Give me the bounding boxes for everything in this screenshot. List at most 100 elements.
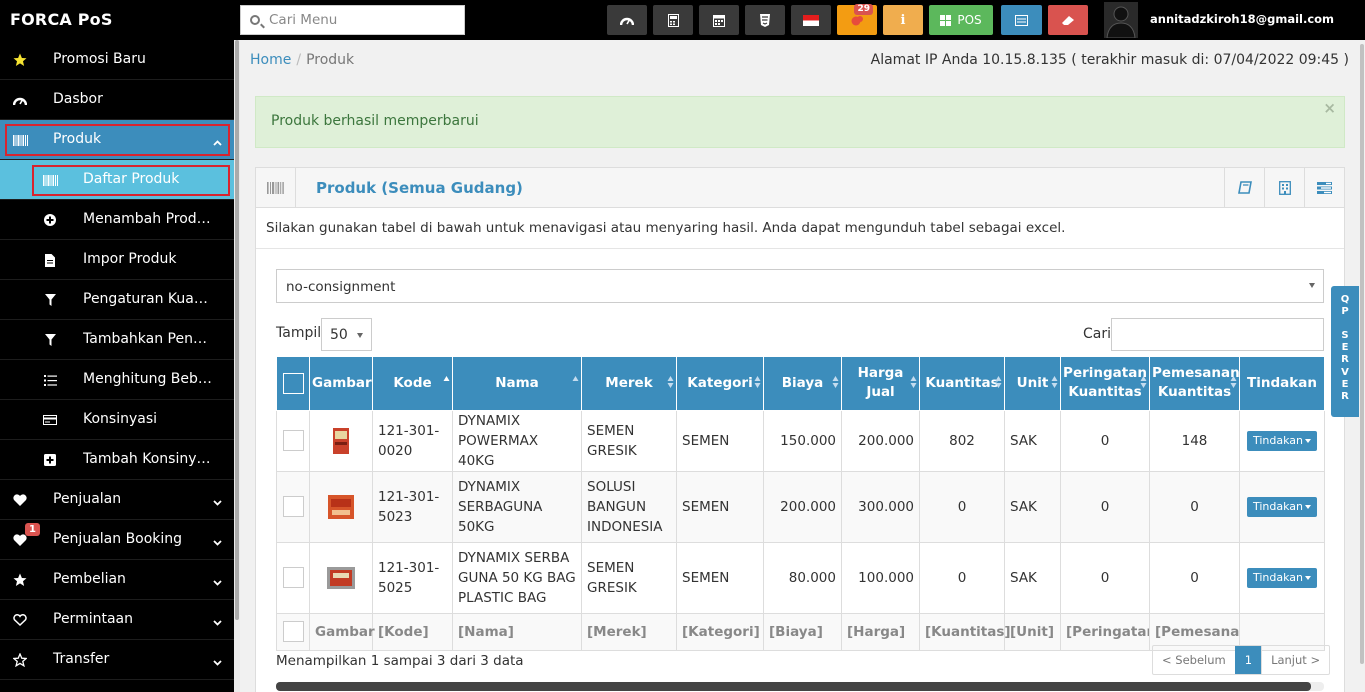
row-checkbox[interactable] (282, 567, 304, 588)
menu-search-input[interactable] (269, 10, 459, 30)
table-search-input[interactable] (1111, 318, 1324, 351)
list-button[interactable] (1001, 5, 1042, 35)
table-horizontal-scrollbar[interactable] (276, 682, 1324, 691)
col-kategori[interactable]: Kategori (676, 357, 764, 411)
product-image[interactable] (326, 492, 356, 522)
info-icon: i (900, 12, 906, 28)
page-1-button[interactable]: 1 (1234, 646, 1263, 674)
col-peringatan-kuantitas[interactable]: Peringatan Kuantitas (1060, 357, 1150, 411)
warehouse-button[interactable] (1264, 168, 1304, 207)
sidebar-item-tambahkan-penyesuaian[interactable]: Tambahkan Penyesuaian (0, 320, 234, 360)
notifications-button[interactable]: 29 (837, 4, 877, 35)
theme-button[interactable] (745, 5, 785, 35)
col-biaya[interactable]: Biaya (763, 357, 842, 411)
filter-kode[interactable]: [Kode] (372, 612, 453, 651)
footer-checkbox[interactable] (282, 621, 304, 642)
select-all-header (276, 357, 310, 411)
select-all-checkbox[interactable] (282, 372, 304, 394)
filter-harga[interactable]: [Harga] (841, 612, 920, 651)
breadcrumb-home[interactable]: Home (250, 52, 291, 68)
dropdown-arrow-icon (357, 333, 363, 338)
sidebar-item-impor-produk[interactable]: Impor Produk (0, 240, 234, 280)
sidebar-item-penjualan[interactable]: Penjualan (0, 480, 234, 520)
col-merek[interactable]: Merek (581, 357, 677, 411)
scrollbar-thumb[interactable] (276, 682, 1311, 691)
col-nama[interactable]: Nama (452, 357, 582, 411)
user-email[interactable]: annitadzkiroh18@gmail.com (1150, 12, 1334, 26)
sidebar-scrollbar-thumb[interactable] (235, 40, 239, 620)
filter-kuantitas[interactable]: [Kuantitas] (919, 612, 1011, 651)
row-checkbox[interactable] (282, 496, 304, 517)
col-unit[interactable]: Unit (1004, 357, 1061, 411)
book-icon (1237, 181, 1252, 194)
sidebar: Promosi Baru Dasbor Produk Daftar Produk… (0, 40, 234, 692)
close-icon[interactable]: × (1323, 99, 1336, 117)
clear-cache-button[interactable] (1048, 5, 1088, 35)
warehouse-filter-select[interactable]: no-consignment (276, 269, 1324, 303)
sort-asc-icon (443, 376, 450, 381)
panel-intro: Silakan gunakan tabel di bawah untuk men… (266, 220, 1066, 236)
sidebar-item-transfer[interactable]: Transfer (0, 640, 234, 680)
pos-button[interactable]: POS (929, 5, 993, 35)
notification-badge: 29 (854, 4, 873, 15)
filter-nama[interactable]: [Nama] (452, 612, 582, 651)
prev-page-button[interactable]: < Sebelum (1153, 646, 1235, 674)
menu-search[interactable] (240, 5, 465, 35)
breadcrumb-current: Produk (306, 52, 355, 68)
sidebar-item-promosi-baru[interactable]: Promosi Baru (0, 40, 234, 80)
caret-down-icon (1305, 505, 1312, 509)
sidebar-item-permintaan[interactable]: Permintaan (0, 600, 234, 640)
css3-icon (760, 13, 770, 27)
sort-icon (667, 376, 674, 388)
col-kuantitas[interactable]: Kuantitas (919, 357, 1005, 411)
bell-icon (851, 16, 863, 26)
sidebar-item-menambah-produk[interactable]: Menambah Produk (0, 200, 234, 240)
sort-icon (910, 376, 917, 388)
info-button[interactable]: i (883, 5, 923, 35)
brand-logo[interactable]: FORCA PoS (10, 10, 113, 29)
calendar-button[interactable] (699, 5, 739, 35)
dashboard-icon (620, 17, 634, 26)
product-image[interactable] (326, 426, 356, 456)
col-harga-jual[interactable]: Harga Jual (841, 357, 920, 411)
sidebar-item-menghitung-beban[interactable]: Menghitung Beban (0, 360, 234, 400)
col-pemesanan-kuantitas[interactable]: Pemesanan Kuantitas (1149, 357, 1240, 411)
calendar-icon (713, 14, 725, 27)
sort-icon (1140, 376, 1147, 388)
sidebar-item-tambah-konsinyasi[interactable]: Tambah Konsinyasi (0, 440, 234, 480)
filter-unit[interactable]: [Unit] (1004, 612, 1061, 651)
page-scrollbar[interactable] (1359, 40, 1365, 692)
page-scrollbar-thumb[interactable] (1360, 44, 1364, 664)
sidebar-item-pembelian[interactable]: Pembelian (0, 560, 234, 600)
user-avatar[interactable] (1104, 2, 1138, 38)
card-icon (42, 413, 58, 427)
row-action-button[interactable]: Tindakan (1246, 431, 1318, 451)
next-page-button[interactable]: Lanjut > (1262, 646, 1329, 674)
list-icon (42, 373, 58, 387)
language-button[interactable] (791, 5, 831, 35)
dashboard-button[interactable] (607, 5, 647, 35)
heart-icon (12, 493, 28, 507)
qp-server-tab[interactable]: QP SERVER (1331, 286, 1359, 417)
row-action-button[interactable]: Tindakan (1246, 497, 1318, 517)
col-gambar: Gambar (309, 357, 373, 411)
page-length-select[interactable]: 50 (321, 318, 372, 351)
product-image[interactable] (326, 563, 356, 593)
row-action-button[interactable]: Tindakan (1246, 568, 1318, 588)
filter-icon (42, 333, 58, 347)
filter-peringatan[interactable]: [Peringatan (1060, 612, 1150, 651)
filter-kategori[interactable]: [Kategori] (676, 612, 764, 651)
filter-merek[interactable]: [Merek] (581, 612, 677, 651)
sidebar-item-penjualan-booking[interactable]: 1 Penjualan Booking (0, 520, 234, 560)
sidebar-item-konsinyasi[interactable]: Konsinyasi (0, 400, 234, 440)
col-kode[interactable]: Kode (372, 357, 453, 411)
filter-biaya[interactable]: [Biaya] (763, 612, 842, 651)
calculator-button[interactable] (653, 5, 693, 35)
star-outline-icon (12, 653, 28, 667)
row-checkbox[interactable] (282, 430, 304, 451)
sidebar-item-dasbor[interactable]: Dasbor (0, 80, 234, 120)
columns-button[interactable] (1304, 168, 1344, 207)
download-book-button[interactable] (1224, 168, 1264, 207)
caret-down-icon (1305, 576, 1312, 580)
sidebar-item-pengaturan-kuantitas[interactable]: Pengaturan Kuantitas (0, 280, 234, 320)
